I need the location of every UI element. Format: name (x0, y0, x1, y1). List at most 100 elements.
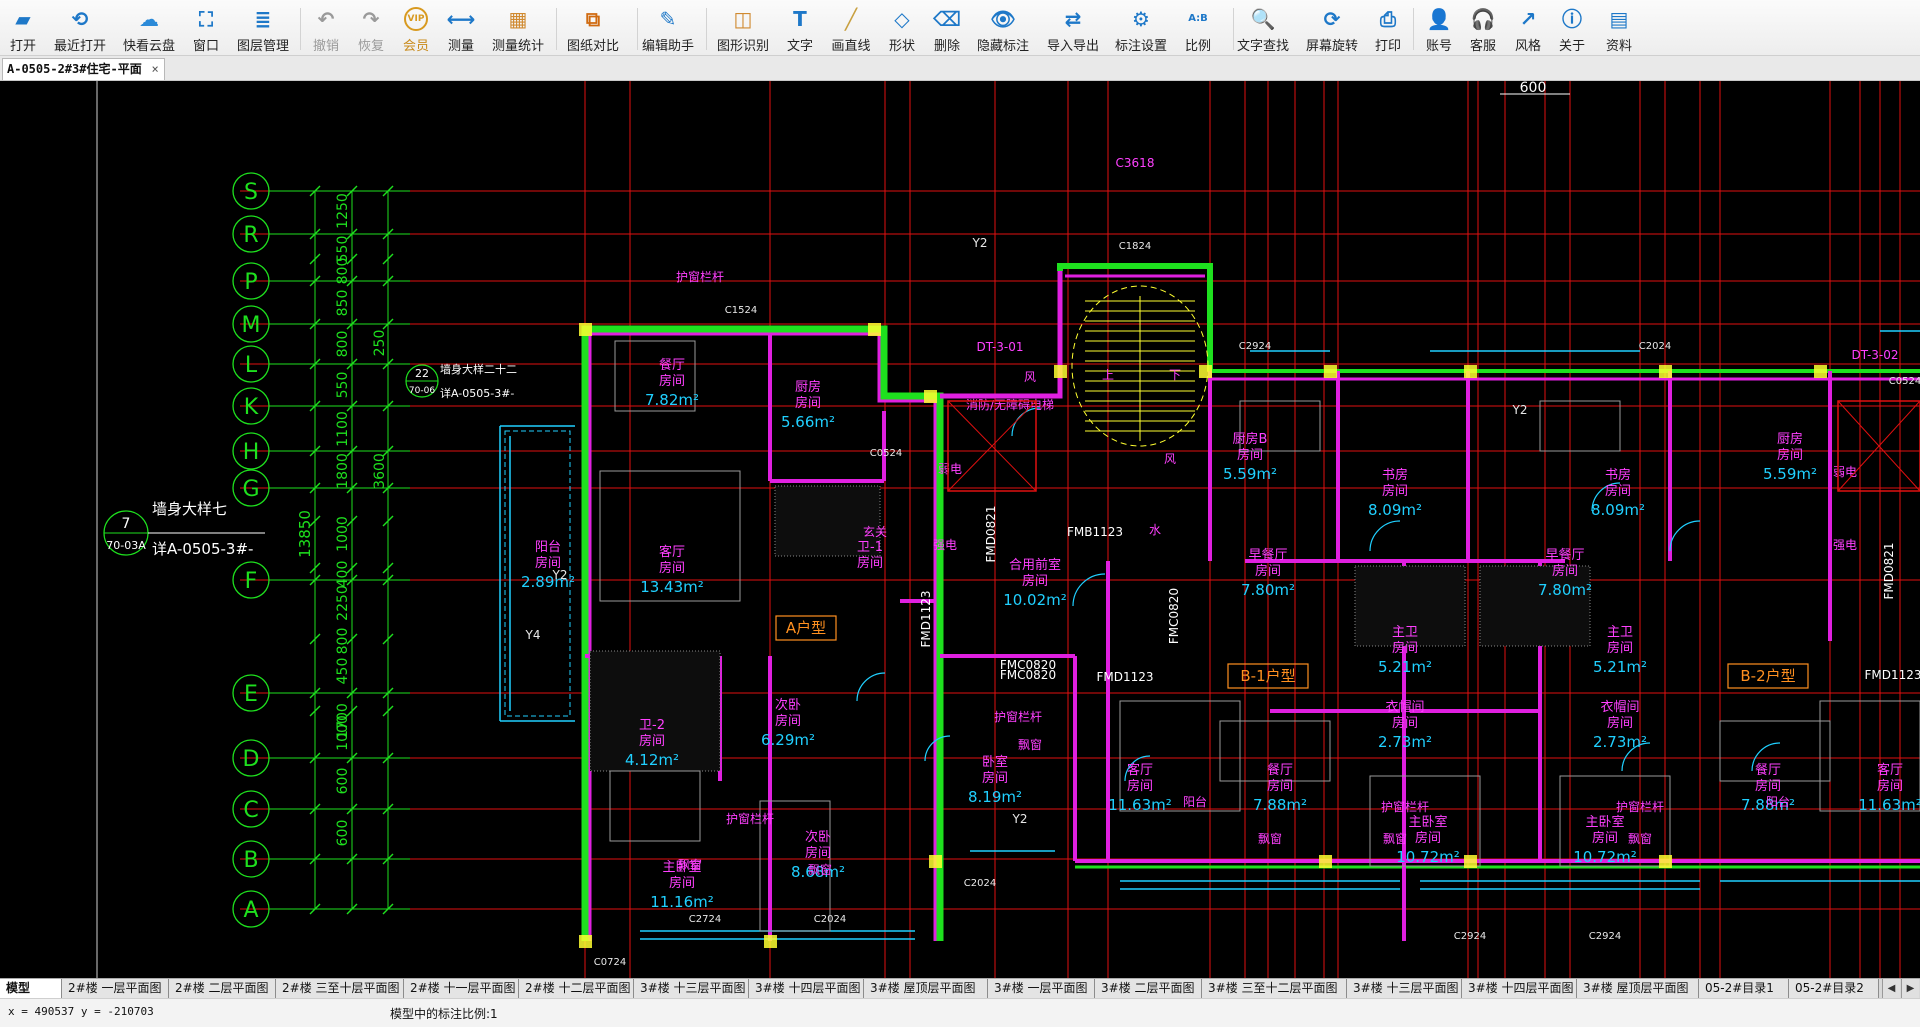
toolbar-button-28[interactable]: ▤ 资料 (1591, 2, 1647, 54)
print-icon: ⎙ (1374, 6, 1402, 32)
toolbar-button-19[interactable]: ⚙ 标注设置 (1113, 2, 1169, 54)
room-subtitle: 房间 (669, 875, 695, 891)
dimension-value: 600 (335, 768, 351, 795)
toolbar-button-1[interactable]: ⟲ 最近打开 (52, 2, 108, 54)
layout-tab[interactable]: 3#楼 十三层平面图 (1347, 979, 1462, 998)
layout-tab[interactable]: 2#楼 一层平面图 (62, 979, 169, 998)
measure-stats-icon-glyph: ▦ (508, 7, 528, 31)
annotation-label: DT-3-02 (1851, 348, 1898, 362)
annotation-settings-icon: ⚙ (1127, 6, 1155, 32)
room-subtitle: 房间 (1605, 483, 1631, 499)
window-tag: C2924 (1239, 341, 1271, 352)
toolbar-button-18[interactable]: ⇄ 导入导出 (1045, 2, 1101, 54)
toolbar-button-16[interactable]: ⌫ 删除 (919, 2, 975, 54)
toolbar-button-9[interactable]: ▦ 测量统计 (490, 2, 546, 54)
column-marker (1319, 855, 1332, 868)
room-subtitle: 房间 (775, 713, 801, 729)
layout-tab[interactable]: 3#楼 三至十二层平面图 (1202, 979, 1347, 998)
callout-ref: 70-06 (409, 386, 435, 396)
room-subtitle: 房间 (1552, 563, 1578, 579)
scale-icon-glyph: A:B (1188, 13, 1208, 24)
furniture-item (1819, 700, 1920, 812)
toolbar-button-8[interactable]: ⟷ 测量 (433, 2, 489, 54)
layout-tab-model[interactable]: 模型 (0, 979, 62, 998)
drawing-canvas[interactable]: S R P M L K H G F E D C B A 1250 550 800 850 800 550 1100 180… (0, 81, 1920, 978)
layout-tab[interactable]: 3#楼 十四层平面图 (749, 979, 864, 998)
window-tag: C0724 (594, 957, 626, 968)
dimension-value: 400 (335, 561, 351, 588)
document-tab[interactable]: A-0505-2#3#住宅-平面 × (2, 58, 165, 80)
toolbar-button-14[interactable]: ╱ 画直线 (823, 2, 879, 54)
toolbar-button-4[interactable]: ≣ 图层管理 (235, 2, 291, 54)
annotation-label: 弱电 (938, 462, 962, 476)
toolbar-button-2[interactable]: ☁ 快看云盘 (121, 2, 177, 54)
layout-tab[interactable]: 05-2#目录1 (1699, 979, 1789, 998)
wall (581, 325, 944, 941)
toolbar-button-11[interactable]: ✎ 编辑助手 (640, 2, 696, 54)
toolbar-button-3[interactable]: ⛶ 窗口 (178, 2, 234, 54)
room-label: 客厅房间 13.43m² (640, 544, 704, 596)
toolbar-separator (637, 8, 638, 50)
layout-tab[interactable]: 3#楼 二层平面图 (1095, 979, 1202, 998)
cad-viewer-app: ▰ 打开 ⟲ 最近打开 ☁ 快看云盘 ⛶ 窗口 ≣ 图层管理 ↶ 撤销 ↷ 恢复 VIP 会员 ⟷ 测量 ▦ 测量统计… (0, 0, 1920, 1027)
toolbar-button-13[interactable]: T 文字 (772, 2, 828, 54)
redo-icon: ↷ (357, 6, 385, 32)
close-tab-icon[interactable]: × (151, 59, 158, 80)
callout-link: 详A-0505-3#- (152, 540, 253, 558)
cad-drawing[interactable]: SRPMLKHGFEDCBA12505508008508005501100180… (0, 81, 1920, 978)
annotation-label: 消防/无障碍电梯 (966, 397, 1054, 412)
toolbar-button-label: 比例 (1184, 39, 1211, 54)
layers-icon-glyph: ≣ (254, 7, 272, 31)
room-subtitle: 房间 (1607, 715, 1633, 731)
room-name: 书房 (1382, 467, 1408, 483)
layout-tab[interactable]: 2#楼 十二层平面图 (519, 979, 634, 998)
layout-tab[interactable]: 3#楼 十三层平面图 (634, 979, 749, 998)
toolbar-button-label: 删除 (933, 39, 960, 54)
layout-tab[interactable]: 3#楼 屋顶层平面图 (1577, 979, 1699, 998)
scroll-left-icon[interactable]: ◀ (1882, 979, 1900, 998)
toolbar-button-label: 会员 (402, 39, 429, 54)
toolbar-button-17[interactable]: 👁 隐藏标注 (975, 2, 1031, 54)
room-area: 8.09m² (1368, 501, 1422, 519)
room-area: 2.73m² (1593, 733, 1647, 751)
toolbar-button-21[interactable]: 🔍 文字查找 (1235, 2, 1291, 54)
toolbar-button-20[interactable]: A:B 比例 (1170, 2, 1226, 54)
eraser-icon: ⌫ (933, 6, 961, 32)
dimension-value: 1000 (335, 715, 351, 751)
room-label: 衣帽间房间 2.73m² (1593, 699, 1647, 751)
layout-tab[interactable]: 3#楼 十四层平面图 (1462, 979, 1577, 998)
layout-tab[interactable]: 3#楼 一层平面图 (988, 979, 1095, 998)
toolbar-separator (1413, 8, 1414, 50)
layout-tab[interactable]: 3#楼 屋顶层平面图 (864, 979, 988, 998)
layout-tab[interactable]: 2#楼 三至十层平面图 (276, 979, 404, 998)
layout-tab[interactable]: 2#楼 二层平面图 (169, 979, 276, 998)
room-name: 主卫 (1607, 625, 1633, 640)
redo-icon-glyph: ↷ (362, 7, 380, 31)
dimension-value: 1100 (335, 411, 351, 447)
recent-clock-icon: ⟲ (66, 6, 94, 32)
annotation-label: Y2 (1512, 403, 1528, 417)
toolbar-separator (706, 8, 707, 50)
toolbar-button-22[interactable]: ⟳ 屏幕旋转 (1304, 2, 1360, 54)
dimension-value: 600 (335, 820, 351, 847)
axis-label: L (245, 353, 258, 378)
headset-icon-glyph: 🎧 (1470, 7, 1496, 31)
layout-tab[interactable]: 2#楼 十一层平面图 (404, 979, 519, 998)
toolbar-button-23[interactable]: ⎙ 打印 (1360, 2, 1416, 54)
measure-stats-icon: ▦ (504, 6, 532, 32)
toolbar-button-12[interactable]: ◫ 图形识别 (715, 2, 771, 54)
text-icon-glyph: T (793, 7, 807, 31)
toolbar-button-label: 撤销 (312, 39, 339, 54)
layout-tab[interactable]: 05-2#目录2 (1789, 979, 1879, 998)
door-tag: FMD1123 (1864, 668, 1920, 682)
door-tag: FMD0821 (984, 505, 998, 562)
toolbar-button-label: 最近打开 (53, 39, 106, 54)
toolbar-button-0[interactable]: ▰ 打开 (0, 2, 51, 54)
scroll-right-icon[interactable]: ▶ (1901, 979, 1919, 998)
door-swing (1369, 520, 1401, 552)
room-subtitle: 房间 (659, 560, 685, 576)
callout-title: 墙身大样二十二 (440, 362, 517, 376)
annotation-settings-icon-glyph: ⚙ (1132, 7, 1150, 31)
headset-icon: 🎧 (1469, 6, 1497, 32)
toolbar-button-10[interactable]: ⧉ 图纸对比 (565, 2, 621, 54)
